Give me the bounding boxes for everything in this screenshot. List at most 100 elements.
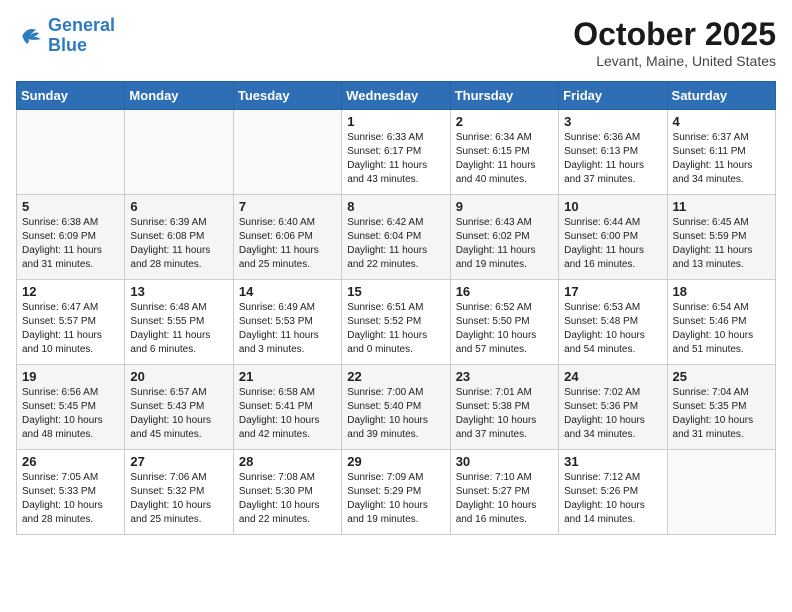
calendar-cell: [17, 110, 125, 195]
calendar-cell: 15Sunrise: 6:51 AM Sunset: 5:52 PM Dayli…: [342, 280, 450, 365]
month-title: October 2025: [573, 16, 776, 53]
day-number: 17: [564, 284, 661, 299]
calendar-week-row: 1 Sunrise: 6:33 AM Sunset: 6:17 PM Daylig…: [17, 110, 776, 195]
day-number: 22: [347, 369, 444, 384]
logo: General Blue: [16, 16, 115, 56]
calendar-cell: 4Sunrise: 6:37 AM Sunset: 6:11 PM Daylig…: [667, 110, 775, 195]
day-number: 16: [456, 284, 553, 299]
day-number: 5: [22, 199, 119, 214]
calendar-cell: 24 Sunrise: 7:02 AM Sunset: 5:36 PM Dayli…: [559, 365, 667, 450]
day-info: Sunrise: 6:56 AM Sunset: 5:45 PM Dayligh…: [22, 386, 119, 442]
day-number: 1: [347, 114, 444, 129]
day-number: 8: [347, 199, 444, 214]
day-number: 30: [456, 454, 553, 469]
weekday-header-row: SundayMondayTuesdayWednesdayThursdayFrid…: [17, 82, 776, 110]
calendar-cell: 26 Sunrise: 7:05 AM Sunset: 5:33 PM Dayli…: [17, 450, 125, 535]
calendar-cell: 19 Sunrise: 6:56 AM Sunset: 5:45 PM Dayli…: [17, 365, 125, 450]
day-info: Sunrise: 7:12 AM Sunset: 5:26 PM Dayligh…: [564, 471, 661, 527]
calendar-cell: 28 Sunrise: 7:08 AM Sunset: 5:30 PM Dayli…: [233, 450, 341, 535]
day-number: 10: [564, 199, 661, 214]
day-info: Sunrise: 6:57 AM Sunset: 5:43 PM Dayligh…: [130, 386, 227, 442]
day-number: 26: [22, 454, 119, 469]
day-info: Sunrise: 7:09 AM Sunset: 5:29 PM Dayligh…: [347, 471, 444, 527]
day-number: 20: [130, 369, 227, 384]
calendar-cell: 29 Sunrise: 7:09 AM Sunset: 5:29 PM Dayli…: [342, 450, 450, 535]
day-number: 24: [564, 369, 661, 384]
calendar-cell: [233, 110, 341, 195]
page-header: General Blue October 2025 Levant, Maine,…: [16, 16, 776, 69]
weekday-header: Thursday: [450, 82, 558, 110]
calendar-cell: 23Sunrise: 7:01 AM Sunset: 5:38 PM Dayli…: [450, 365, 558, 450]
day-info: Sunrise: 6:58 AM Sunset: 5:41 PM Dayligh…: [239, 386, 336, 442]
day-info: Sunrise: 7:10 AM Sunset: 5:27 PM Dayligh…: [456, 471, 553, 527]
logo-icon: [16, 25, 44, 47]
calendar-cell: 1 Sunrise: 6:33 AM Sunset: 6:17 PM Daylig…: [342, 110, 450, 195]
day-info: Sunrise: 6:52 AM Sunset: 5:50 PM Dayligh…: [456, 301, 553, 357]
day-number: 14: [239, 284, 336, 299]
day-number: 7: [239, 199, 336, 214]
title-block: October 2025 Levant, Maine, United State…: [573, 16, 776, 69]
day-info: Sunrise: 6:51 AM Sunset: 5:52 PM Dayligh…: [347, 301, 444, 357]
logo-text: General Blue: [48, 16, 115, 56]
weekday-header: Wednesday: [342, 82, 450, 110]
calendar-cell: 9Sunrise: 6:43 AM Sunset: 6:02 PM Daylig…: [450, 195, 558, 280]
calendar-week-row: 12 Sunrise: 6:47 AM Sunset: 5:57 PM Dayli…: [17, 280, 776, 365]
calendar-cell: 11 Sunrise: 6:45 AM Sunset: 5:59 PM Dayli…: [667, 195, 775, 280]
day-number: 21: [239, 369, 336, 384]
day-info: Sunrise: 7:00 AM Sunset: 5:40 PM Dayligh…: [347, 386, 444, 442]
calendar-cell: 16 Sunrise: 6:52 AM Sunset: 5:50 PM Dayli…: [450, 280, 558, 365]
day-number: 11: [673, 199, 770, 214]
day-info: Sunrise: 6:47 AM Sunset: 5:57 PM Dayligh…: [22, 301, 119, 357]
day-info: Sunrise: 6:42 AM Sunset: 6:04 PM Dayligh…: [347, 216, 444, 272]
day-number: 18: [673, 284, 770, 299]
calendar-table: SundayMondayTuesdayWednesdayThursdayFrid…: [16, 81, 776, 535]
day-number: 19: [22, 369, 119, 384]
calendar-cell: 6Sunrise: 6:39 AM Sunset: 6:08 PM Daylig…: [125, 195, 233, 280]
calendar-cell: 27Sunrise: 7:06 AM Sunset: 5:32 PM Dayli…: [125, 450, 233, 535]
day-number: 25: [673, 369, 770, 384]
day-info: Sunrise: 7:02 AM Sunset: 5:36 PM Dayligh…: [564, 386, 661, 442]
calendar-cell: 18 Sunrise: 6:54 AM Sunset: 5:46 PM Dayli…: [667, 280, 775, 365]
day-info: Sunrise: 6:49 AM Sunset: 5:53 PM Dayligh…: [239, 301, 336, 357]
calendar-cell: [125, 110, 233, 195]
day-number: 28: [239, 454, 336, 469]
day-number: 23: [456, 369, 553, 384]
calendar-week-row: 5Sunrise: 6:38 AM Sunset: 6:09 PM Daylig…: [17, 195, 776, 280]
weekday-header: Friday: [559, 82, 667, 110]
day-number: 3: [564, 114, 661, 129]
calendar-cell: 2Sunrise: 6:34 AM Sunset: 6:15 PM Daylig…: [450, 110, 558, 195]
day-info: Sunrise: 6:48 AM Sunset: 5:55 PM Dayligh…: [130, 301, 227, 357]
day-info: Sunrise: 7:05 AM Sunset: 5:33 PM Dayligh…: [22, 471, 119, 527]
calendar-week-row: 26 Sunrise: 7:05 AM Sunset: 5:33 PM Dayli…: [17, 450, 776, 535]
weekday-header: Monday: [125, 82, 233, 110]
calendar-cell: 21 Sunrise: 6:58 AM Sunset: 5:41 PM Dayli…: [233, 365, 341, 450]
day-number: 6: [130, 199, 227, 214]
calendar-cell: 14 Sunrise: 6:49 AM Sunset: 5:53 PM Dayli…: [233, 280, 341, 365]
weekday-header: Tuesday: [233, 82, 341, 110]
calendar-cell: 10Sunrise: 6:44 AM Sunset: 6:00 PM Dayli…: [559, 195, 667, 280]
day-info: Sunrise: 6:45 AM Sunset: 5:59 PM Dayligh…: [673, 216, 770, 272]
day-info: Sunrise: 6:40 AM Sunset: 6:06 PM Dayligh…: [239, 216, 336, 272]
day-info: Sunrise: 6:43 AM Sunset: 6:02 PM Dayligh…: [456, 216, 553, 272]
day-info: Sunrise: 7:04 AM Sunset: 5:35 PM Dayligh…: [673, 386, 770, 442]
weekday-header: Sunday: [17, 82, 125, 110]
day-number: 29: [347, 454, 444, 469]
calendar-cell: 7 Sunrise: 6:40 AM Sunset: 6:06 PM Daylig…: [233, 195, 341, 280]
calendar-cell: 5Sunrise: 6:38 AM Sunset: 6:09 PM Daylig…: [17, 195, 125, 280]
day-info: Sunrise: 6:33 AM Sunset: 6:17 PM Dayligh…: [347, 131, 444, 187]
calendar-cell: 13Sunrise: 6:48 AM Sunset: 5:55 PM Dayli…: [125, 280, 233, 365]
calendar-cell: 8 Sunrise: 6:42 AM Sunset: 6:04 PM Daylig…: [342, 195, 450, 280]
day-info: Sunrise: 7:08 AM Sunset: 5:30 PM Dayligh…: [239, 471, 336, 527]
day-number: 12: [22, 284, 119, 299]
day-number: 4: [673, 114, 770, 129]
calendar-cell: 22 Sunrise: 7:00 AM Sunset: 5:40 PM Dayli…: [342, 365, 450, 450]
calendar-week-row: 19 Sunrise: 6:56 AM Sunset: 5:45 PM Dayli…: [17, 365, 776, 450]
day-info: Sunrise: 6:53 AM Sunset: 5:48 PM Dayligh…: [564, 301, 661, 357]
day-number: 31: [564, 454, 661, 469]
weekday-header: Saturday: [667, 82, 775, 110]
day-info: Sunrise: 7:06 AM Sunset: 5:32 PM Dayligh…: [130, 471, 227, 527]
day-info: Sunrise: 6:54 AM Sunset: 5:46 PM Dayligh…: [673, 301, 770, 357]
day-number: 2: [456, 114, 553, 129]
calendar-cell: 30 Sunrise: 7:10 AM Sunset: 5:27 PM Dayli…: [450, 450, 558, 535]
calendar-cell: 25 Sunrise: 7:04 AM Sunset: 5:35 PM Dayli…: [667, 365, 775, 450]
